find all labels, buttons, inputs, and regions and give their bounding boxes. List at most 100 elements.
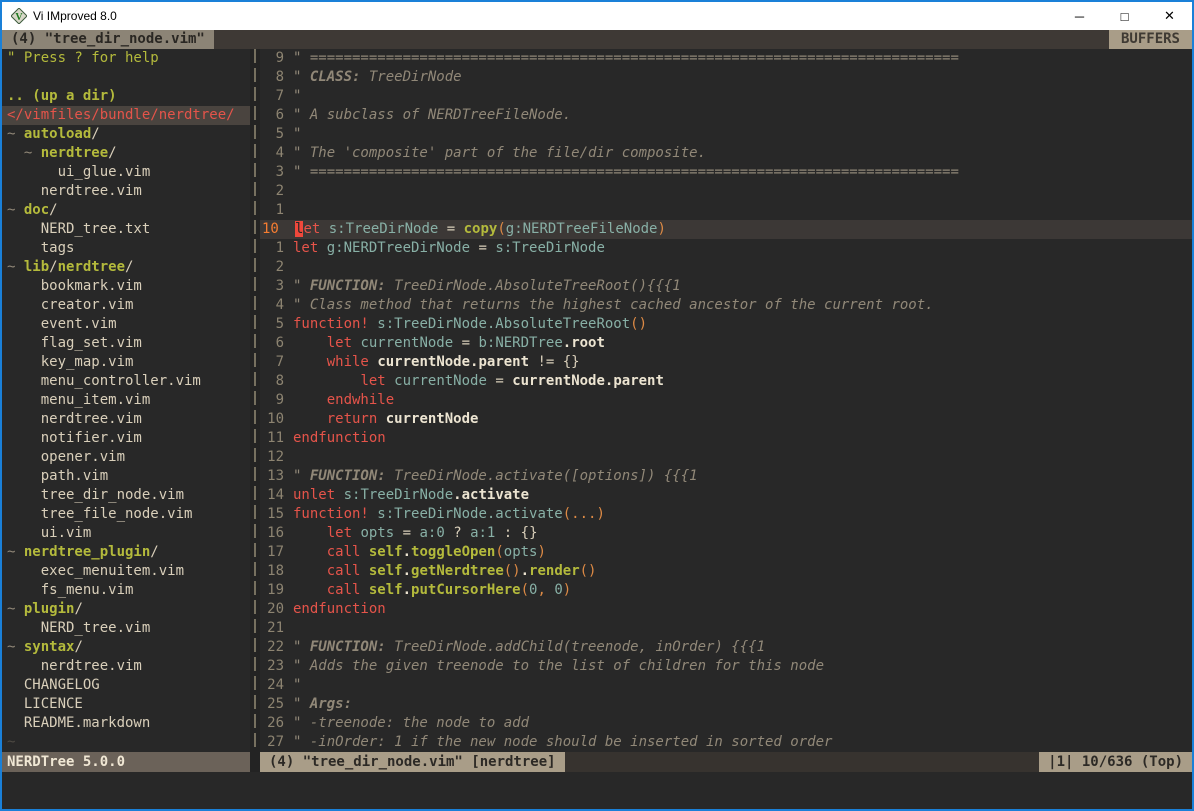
tree-item[interactable]: tree_file_node.vim xyxy=(2,505,250,524)
tree-item[interactable]: NERD_tree.vim xyxy=(2,619,250,638)
code-line[interactable]: 4" Class method that returns the highest… xyxy=(260,296,1192,315)
tab-tree-dir-node[interactable]: (4) "tree_dir_node.vim" xyxy=(2,30,214,49)
code-line[interactable]: 6" A subclass of NERDTreeFileNode. xyxy=(260,106,1192,125)
code-segment: = xyxy=(470,240,495,256)
code-line[interactable]: 25" Args: xyxy=(260,695,1192,714)
tree-item[interactable]: nerdtree.vim xyxy=(2,410,250,429)
tree-item[interactable]: flag_set.vim xyxy=(2,334,250,353)
code-segment: g:NERDTreeDirNode xyxy=(327,240,470,256)
tree-item[interactable]: tree_dir_node.vim xyxy=(2,486,250,505)
code-line[interactable]: 8" CLASS: TreeDirNode xyxy=(260,68,1192,87)
tree-item[interactable]: README.markdown xyxy=(2,714,250,733)
tree-item[interactable]: NERD_tree.txt xyxy=(2,220,250,239)
code-line[interactable]: 4" The 'composite' part of the file/dir … xyxy=(260,144,1192,163)
code-line[interactable]: 5function! s:TreeDirNode.AbsoluteTreeRoo… xyxy=(260,315,1192,334)
code-line[interactable]: 7 while currentNode.parent != {} xyxy=(260,353,1192,372)
code-text: " CLASS: TreeDirNode xyxy=(293,68,1192,87)
tree-item[interactable]: ~ lib/nerdtree/ xyxy=(2,258,250,277)
close-button[interactable]: ✕ xyxy=(1147,2,1192,30)
tree-item[interactable]: .. (up a dir) xyxy=(2,87,250,106)
tree-item[interactable]: ~ doc/ xyxy=(2,201,250,220)
tree-item[interactable]: event.vim xyxy=(2,315,250,334)
tree-item[interactable]: menu_controller.vim xyxy=(2,372,250,391)
tree-label: ~ xyxy=(24,145,41,161)
code-line[interactable]: 21 xyxy=(260,619,1192,638)
editor-panel[interactable]: 9" =====================================… xyxy=(260,49,1192,752)
vim-window: V Vi IMproved 8.0 ─ □ ✕ (4) "tree_dir_no… xyxy=(0,0,1194,811)
window-separator[interactable] xyxy=(250,49,260,752)
tree-label: tags xyxy=(7,240,74,256)
code-line[interactable]: 14unlet s:TreeDirNode.activate xyxy=(260,486,1192,505)
code-segment: != {} xyxy=(529,354,580,370)
tree-item[interactable]: menu_item.vim xyxy=(2,391,250,410)
tree-item[interactable]: key_map.vim xyxy=(2,353,250,372)
tree-item[interactable]: nerdtree.vim xyxy=(2,657,250,676)
code-text: let currentNode = currentNode.parent xyxy=(293,372,1192,391)
tree-item[interactable]: bookmark.vim xyxy=(2,277,250,296)
code-line[interactable]: 27" -inOrder: 1 if the new node should b… xyxy=(260,733,1192,752)
code-segment: render xyxy=(529,563,580,579)
code-line[interactable]: 3" =====================================… xyxy=(260,163,1192,182)
code-line[interactable]: 22" FUNCTION: TreeDirNode.addChild(treen… xyxy=(260,638,1192,657)
code-line[interactable]: 18 call self.getNerdtree().render() xyxy=(260,562,1192,581)
code-line[interactable]: 16 let opts = a:0 ? a:1 : {} xyxy=(260,524,1192,543)
tree-item[interactable]: LICENCE xyxy=(2,695,250,714)
code-segment: ? xyxy=(445,525,470,541)
code-line[interactable]: 19 call self.putCursorHere(0, 0) xyxy=(260,581,1192,600)
tree-label: / xyxy=(49,202,57,218)
tree-item[interactable]: ui_glue.vim xyxy=(2,163,250,182)
tree-item[interactable]: notifier.vim xyxy=(2,429,250,448)
tree-item[interactable]: ~ nerdtree_plugin/ xyxy=(2,543,250,562)
tree-item[interactable]: ~ syntax/ xyxy=(2,638,250,657)
tree-item[interactable]: creator.vim xyxy=(2,296,250,315)
code-line[interactable]: 17 call self.toggleOpen(opts) xyxy=(260,543,1192,562)
tree-item[interactable]: exec_menuitem.vim xyxy=(2,562,250,581)
code-line[interactable]: 3" FUNCTION: TreeDirNode.AbsoluteTreeRoo… xyxy=(260,277,1192,296)
tree-label: nerdtree.vim xyxy=(7,411,142,427)
code-line[interactable]: 11endfunction xyxy=(260,429,1192,448)
code-line[interactable]: 23" Adds the given treenode to the list … xyxy=(260,657,1192,676)
code-line[interactable]: 1 xyxy=(260,201,1192,220)
code-line[interactable]: 13" FUNCTION: TreeDirNode.activate([opti… xyxy=(260,467,1192,486)
code-line[interactable]: 20endfunction xyxy=(260,600,1192,619)
code-line[interactable]: 2 xyxy=(260,258,1192,277)
tree-item[interactable]: opener.vim xyxy=(2,448,250,467)
code-line[interactable]: 9" =====================================… xyxy=(260,49,1192,68)
tree-item[interactable]: " Press ? for help xyxy=(2,49,250,68)
tree-root-item[interactable]: </vimfiles/bundle/nerdtree/ xyxy=(2,106,250,125)
code-segment: " -inOrder: 1 if the new node should be … xyxy=(293,734,832,750)
tree-item[interactable]: ui.vim xyxy=(2,524,250,543)
code-line[interactable]: 6 let currentNode = b:NERDTree.root xyxy=(260,334,1192,353)
code-line[interactable]: 1let g:NERDTreeDirNode = s:TreeDirNode xyxy=(260,239,1192,258)
tree-item[interactable]: tags xyxy=(2,239,250,258)
tree-label: nerdtree.vim xyxy=(7,658,142,674)
code-line[interactable]: 5" xyxy=(260,125,1192,144)
code-line[interactable]: 24" xyxy=(260,676,1192,695)
tree-item[interactable]: CHANGELOG xyxy=(2,676,250,695)
code-line[interactable]: 9 endwhile xyxy=(260,391,1192,410)
code-line[interactable]: 15function! s:TreeDirNode.activate(...) xyxy=(260,505,1192,524)
tree-item[interactable]: path.vim xyxy=(2,467,250,486)
code-segment: .root xyxy=(563,335,605,351)
code-segment: et xyxy=(303,221,320,237)
code-text: call self.toggleOpen(opts) xyxy=(293,543,1192,562)
code-line[interactable]: 2 xyxy=(260,182,1192,201)
tree-item[interactable]: ~ xyxy=(2,733,250,752)
code-line[interactable]: 12 xyxy=(260,448,1192,467)
tree-item[interactable]: ~ autoload/ xyxy=(2,125,250,144)
code-line[interactable]: 8 let currentNode = currentNode.parent xyxy=(260,372,1192,391)
tree-item[interactable]: fs_menu.vim xyxy=(2,581,250,600)
command-line[interactable] xyxy=(2,772,1192,809)
code-line-current[interactable]: 10let s:TreeDirNode = copy(g:NERDTreeFil… xyxy=(260,220,1192,239)
tree-item[interactable]: ~ nerdtree/ xyxy=(2,144,250,163)
line-number: 16 xyxy=(260,524,293,543)
minimize-button[interactable]: ─ xyxy=(1057,2,1102,30)
code-segment xyxy=(293,582,327,598)
tree-item[interactable]: ~ plugin/ xyxy=(2,600,250,619)
tree-item[interactable]: nerdtree.vim xyxy=(2,182,250,201)
maximize-button[interactable]: □ xyxy=(1102,2,1147,30)
line-number: 4 xyxy=(260,296,293,315)
code-line[interactable]: 26" -treenode: the node to add xyxy=(260,714,1192,733)
code-line[interactable]: 10 return currentNode xyxy=(260,410,1192,429)
code-line[interactable]: 7" xyxy=(260,87,1192,106)
